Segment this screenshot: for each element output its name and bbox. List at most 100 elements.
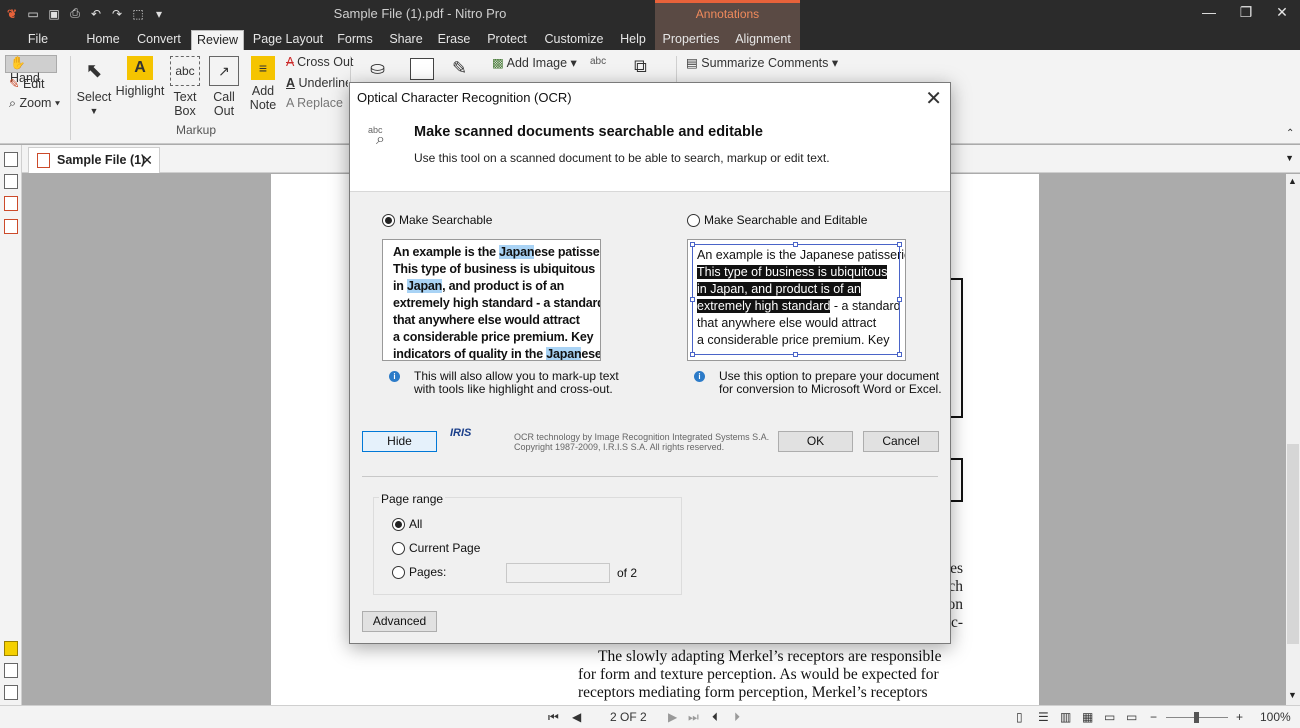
underline-button[interactable]: A Underline bbox=[286, 76, 348, 90]
image-icon: ▩ bbox=[492, 56, 504, 70]
previous-page-icon[interactable]: ◀ bbox=[572, 710, 581, 724]
next-view-icon[interactable]: ⏵ bbox=[734, 710, 740, 725]
ocr-dialog: Optical Character Recognition (OCR) ✕ ab… bbox=[349, 82, 951, 644]
pdf-file-icon bbox=[37, 153, 50, 168]
searchable-info: i This will also allow you to mark-up te… bbox=[389, 370, 619, 396]
tab-convert[interactable]: Convert bbox=[131, 30, 187, 50]
tab-home[interactable]: Home bbox=[80, 30, 126, 50]
previous-view-icon[interactable]: ⏴ bbox=[712, 710, 718, 725]
scroll-thumb[interactable] bbox=[1287, 444, 1299, 644]
pages-panel-icon[interactable] bbox=[4, 152, 18, 167]
tab-forms[interactable]: Forms bbox=[334, 30, 376, 50]
resize-handle bbox=[897, 242, 902, 247]
info-icon: i bbox=[389, 371, 400, 382]
hand-tool-button[interactable]: ✋ Hand bbox=[5, 55, 57, 85]
make-searchable-editable-radio[interactable]: Make Searchable and Editable bbox=[687, 213, 867, 227]
underline-label: Underline bbox=[298, 76, 348, 90]
hand-icon: ✋ bbox=[10, 56, 26, 70]
edit-label: Edit bbox=[22, 77, 45, 91]
info-line: for conversion to Microsoft Word or Exce… bbox=[719, 382, 942, 396]
tab-page-layout[interactable]: Page Layout bbox=[250, 30, 326, 50]
page-range-all-radio[interactable]: All bbox=[392, 517, 422, 531]
close-tab-icon[interactable]: ✕ bbox=[141, 152, 153, 169]
pages-total: of 2 bbox=[617, 566, 638, 580]
restore-button[interactable]: ❐ bbox=[1231, 4, 1261, 22]
page-range-current-label: Current Page bbox=[409, 541, 481, 555]
pencil-icon[interactable]: ✎ bbox=[452, 58, 467, 79]
edit-tool-button[interactable]: ✎ Edit bbox=[9, 76, 45, 91]
scroll-up-icon[interactable]: ▲ bbox=[1288, 176, 1297, 186]
last-page-icon[interactable]: ⏭ bbox=[688, 710, 699, 725]
next-page-icon[interactable]: ▶ bbox=[668, 710, 677, 724]
first-page-icon[interactable]: ⏮ bbox=[548, 710, 559, 725]
document-tab[interactable]: Sample File (1) ✕ bbox=[28, 147, 160, 173]
header-subtitle: Use this tool on a scanned document to b… bbox=[414, 151, 830, 165]
vertical-scrollbar[interactable]: ▲ ▼ bbox=[1286, 174, 1300, 705]
page-range-current-radio[interactable]: Current Page bbox=[392, 541, 480, 555]
highlight-button[interactable]: A Highlight bbox=[115, 56, 165, 98]
close-window-button[interactable]: ✕ bbox=[1267, 4, 1297, 22]
zoom-out-icon[interactable]: − bbox=[1150, 710, 1157, 724]
attachments-panel-icon[interactable] bbox=[4, 196, 18, 211]
single-page-icon[interactable]: ▯ bbox=[1016, 710, 1023, 724]
tab-customize[interactable]: Customize bbox=[542, 30, 606, 50]
continuous-page-icon[interactable]: ☰ bbox=[1038, 710, 1049, 724]
spell-check-icon[interactable]: abc bbox=[590, 56, 606, 67]
fit-width-icon[interactable]: ▭ bbox=[1126, 710, 1137, 724]
text-box-button[interactable]: abc Text Box bbox=[166, 56, 204, 118]
tab-file[interactable]: File bbox=[14, 30, 62, 50]
cross-out-icon: A bbox=[286, 55, 294, 69]
tab-properties[interactable]: Properties bbox=[660, 30, 722, 50]
output-panel-icon[interactable] bbox=[4, 663, 18, 678]
left-navigation-panel bbox=[0, 145, 22, 705]
fit-page-icon[interactable]: ▭ bbox=[1104, 710, 1115, 724]
page-indicator[interactable]: 2 OF 2 bbox=[610, 710, 647, 724]
tab-list-dropdown-icon[interactable]: ▼ bbox=[1285, 153, 1294, 163]
status-bar: ⏮ ◀ 2 OF 2 ▶ ⏭ ⏴ ⏵ ▯ ☰ ▥ ▦ ▭ ▭ − + 100% bbox=[0, 705, 1300, 728]
rectangle-icon[interactable] bbox=[410, 58, 434, 80]
stamp-icon[interactable]: ⛀ bbox=[370, 58, 385, 79]
select-label: Select bbox=[76, 90, 112, 104]
hide-button[interactable]: Hide bbox=[362, 431, 437, 452]
page-line: receptors mediating form perception, Mer… bbox=[578, 684, 928, 701]
radio-selected-icon bbox=[382, 213, 395, 227]
add-note-button[interactable]: ≡ Add Note bbox=[244, 56, 282, 112]
advanced-button[interactable]: Advanced bbox=[362, 611, 437, 632]
pages-input[interactable] bbox=[506, 563, 610, 583]
call-out-button[interactable]: ↗ Call Out bbox=[205, 56, 243, 118]
ok-button[interactable]: OK bbox=[778, 431, 853, 452]
properties-panel-icon[interactable] bbox=[4, 685, 18, 700]
tab-review[interactable]: Review bbox=[191, 30, 244, 50]
replace-button[interactable]: A Replace bbox=[286, 96, 343, 110]
make-searchable-radio[interactable]: Make Searchable bbox=[382, 213, 492, 227]
header-title: Make scanned documents searchable and ed… bbox=[414, 124, 763, 140]
preview-line: a considerable price premium. Key bbox=[393, 330, 594, 344]
scroll-down-icon[interactable]: ▼ bbox=[1288, 690, 1297, 700]
zoom-in-icon[interactable]: + bbox=[1236, 710, 1243, 724]
tab-help[interactable]: Help bbox=[616, 30, 650, 50]
zoom-tool-button[interactable]: ⌕ Zoom ▾ bbox=[9, 96, 60, 111]
compare-icon[interactable]: ⧉ bbox=[634, 56, 647, 77]
bookmarks-panel-icon[interactable] bbox=[4, 174, 18, 189]
cross-out-button[interactable]: A Cross Out bbox=[286, 55, 353, 69]
dialog-close-icon[interactable]: ✕ bbox=[925, 86, 942, 111]
tab-share[interactable]: Share bbox=[385, 30, 427, 50]
comments-panel-icon[interactable] bbox=[4, 641, 18, 656]
resize-handle bbox=[897, 297, 902, 302]
add-image-button[interactable]: ▩ Add Image ▾ bbox=[492, 55, 577, 70]
zoom-slider-thumb[interactable] bbox=[1194, 712, 1199, 723]
tab-protect[interactable]: Protect bbox=[482, 30, 532, 50]
summarize-comments-button[interactable]: ▤ Summarize Comments ▾ bbox=[686, 55, 838, 70]
select-button[interactable]: ⬉ Select ▼ bbox=[76, 56, 112, 118]
minimize-button[interactable]: — bbox=[1194, 4, 1224, 22]
facing-continuous-icon[interactable]: ▦ bbox=[1082, 710, 1093, 724]
tab-erase[interactable]: Erase bbox=[434, 30, 474, 50]
cancel-button[interactable]: Cancel bbox=[863, 431, 939, 452]
security-panel-icon[interactable] bbox=[4, 219, 18, 234]
facing-page-icon[interactable]: ▥ bbox=[1060, 710, 1071, 724]
zoom-level[interactable]: 100% bbox=[1260, 710, 1291, 724]
collapse-ribbon-icon[interactable]: ⌃ bbox=[1286, 128, 1294, 139]
page-range-pages-radio[interactable]: Pages: bbox=[392, 565, 446, 579]
tab-alignment[interactable]: Alignment bbox=[732, 30, 794, 50]
selection-frame bbox=[692, 244, 900, 355]
